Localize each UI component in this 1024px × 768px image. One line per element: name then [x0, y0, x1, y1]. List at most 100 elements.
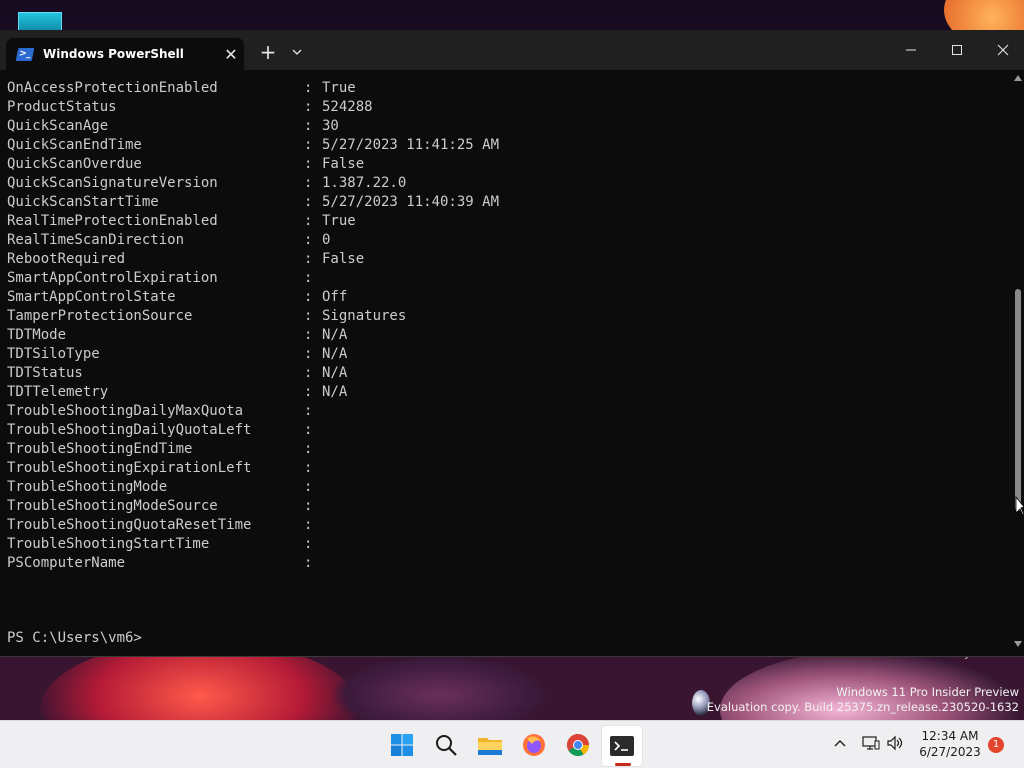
volume-icon[interactable]	[886, 735, 904, 751]
property-name: TDTMode	[7, 327, 67, 343]
new-tab-button[interactable]: +	[256, 40, 280, 64]
property-name: OnAccessProtectionEnabled	[7, 80, 218, 96]
folder-icon	[478, 738, 502, 755]
property-separator: :	[304, 99, 313, 115]
command-prompt[interactable]: PS C:\Users\vm6>	[7, 629, 142, 648]
property-name: QuickScanOverdue	[7, 156, 142, 172]
property-value: False	[322, 156, 365, 172]
property-separator: :	[304, 251, 313, 267]
property-value: Off	[322, 289, 348, 305]
property-value: False	[322, 251, 365, 267]
console-row: TroubleShootingEndTime:	[7, 440, 499, 459]
console-row: QuickScanSignatureVersion:1.387.22.0	[7, 174, 499, 193]
property-name: TroubleShootingEndTime	[7, 441, 193, 457]
notification-badge[interactable]: 1	[988, 737, 1004, 753]
watermark-line: Evaluation copy. Build 25375.zn_release.…	[706, 700, 1019, 714]
scroll-up-arrow-icon[interactable]	[1014, 74, 1022, 82]
start-button[interactable]	[382, 725, 422, 765]
property-separator: :	[304, 365, 313, 381]
maximize-button[interactable]	[934, 30, 980, 70]
console-row: PSComputerName:	[7, 554, 499, 573]
property-separator: :	[304, 498, 313, 514]
property-value: 524288	[322, 99, 373, 115]
property-separator: :	[304, 156, 313, 172]
property-name: RebootRequired	[7, 251, 126, 267]
mouse-cursor-icon	[1015, 496, 1024, 516]
console-row: OnAccessProtectionEnabled: True	[7, 79, 499, 98]
title-bar[interactable]: >_ Windows PowerShell ✕ +	[0, 30, 1024, 70]
property-name: PSComputerName	[7, 555, 126, 571]
wallpaper-shape	[330, 655, 550, 720]
property-separator: :	[304, 175, 313, 191]
property-name: RealTimeScanDirection	[7, 232, 185, 248]
property-value: 5/27/2023 11:40:39 AM	[322, 194, 500, 210]
property-value: 1.387.22.0	[322, 175, 407, 191]
property-name: RealTimeProtectionEnabled	[7, 213, 218, 229]
close-icon	[997, 44, 1009, 56]
property-separator: :	[304, 270, 313, 286]
scroll-down-arrow-icon[interactable]	[1014, 640, 1022, 648]
close-window-button[interactable]	[980, 30, 1024, 70]
firefox-icon	[523, 734, 545, 756]
property-name: TroubleShootingExpirationLeft	[7, 460, 252, 476]
firefox-button[interactable]	[514, 725, 554, 765]
tab-windows-powershell[interactable]: >_ Windows PowerShell ✕	[6, 38, 244, 70]
console-row: RebootRequired: False	[7, 250, 499, 269]
console-row: TroubleShootingQuotaResetTime:	[7, 516, 499, 535]
terminal-taskbar-button[interactable]	[601, 725, 643, 767]
property-value: True	[322, 213, 356, 229]
file-explorer-button[interactable]	[470, 725, 510, 765]
console-row: QuickScanOverdue: False	[7, 155, 499, 174]
property-separator: :	[304, 346, 313, 362]
property-name: TroubleShootingQuotaResetTime	[7, 517, 252, 533]
property-separator: :	[304, 213, 313, 229]
property-separator: :	[304, 555, 313, 571]
terminal-icon	[610, 736, 634, 756]
chrome-button[interactable]	[558, 725, 598, 765]
scrollbar-thumb[interactable]	[1015, 289, 1021, 512]
property-separator: :	[304, 327, 313, 343]
property-name: ProductStatus	[7, 99, 117, 115]
property-value: N/A	[322, 365, 348, 381]
property-name: TDTSiloType	[7, 346, 100, 362]
property-value: N/A	[322, 327, 348, 343]
minimize-button[interactable]	[888, 30, 934, 70]
console-output[interactable]: OnAccessProtectionEnabled: True ProductSta…	[0, 70, 1012, 656]
property-name: QuickScanEndTime	[7, 137, 142, 153]
property-separator: :	[304, 536, 313, 552]
vertical-scrollbar[interactable]	[1012, 70, 1024, 656]
chevron-up-icon[interactable]	[832, 735, 848, 751]
tab-dropdown-button[interactable]	[286, 40, 308, 64]
tab-title: Windows PowerShell	[43, 47, 184, 61]
console-row: QuickScanEndTime:5/27/2023 11:41:25 AM	[7, 136, 499, 155]
console-row: TroubleShootingExpirationLeft:	[7, 459, 499, 478]
close-tab-button[interactable]: ✕	[218, 45, 244, 64]
property-separator: :	[304, 422, 313, 438]
console-row: TroubleShootingStartTime:	[7, 535, 499, 554]
console-row: TDTMode: N/A	[7, 326, 499, 345]
property-value: 5/27/2023 11:41:25 AM	[322, 137, 500, 153]
property-value: 0	[322, 232, 331, 248]
property-separator: :	[304, 384, 313, 400]
property-separator: :	[304, 441, 313, 457]
property-value: Signatures	[322, 308, 407, 324]
console-row: QuickScanAge:30	[7, 117, 499, 136]
powershell-icon: >_	[15, 47, 35, 61]
property-separator: :	[304, 137, 313, 153]
console-row: TamperProtectionSource: Signatures	[7, 307, 499, 326]
console-row: TDTTelemetry: N/A	[7, 383, 499, 402]
property-name: SmartAppControlState	[7, 289, 176, 305]
chrome-icon	[567, 734, 589, 756]
clock-date: 6/27/2023	[919, 745, 981, 759]
property-separator: :	[304, 194, 313, 210]
property-name: QuickScanSignatureVersion	[7, 175, 218, 191]
property-separator: :	[304, 460, 313, 476]
network-icon[interactable]	[862, 735, 880, 751]
search-button[interactable]	[426, 725, 466, 765]
property-name: QuickScanAge	[7, 118, 109, 134]
desktop-shortcut-icon[interactable]	[18, 12, 62, 32]
system-clock[interactable]: 12:34 AM 6/27/2023	[914, 728, 986, 760]
property-name: TroubleShootingMode	[7, 479, 168, 495]
minimize-icon	[906, 49, 916, 51]
property-separator: :	[304, 517, 313, 533]
